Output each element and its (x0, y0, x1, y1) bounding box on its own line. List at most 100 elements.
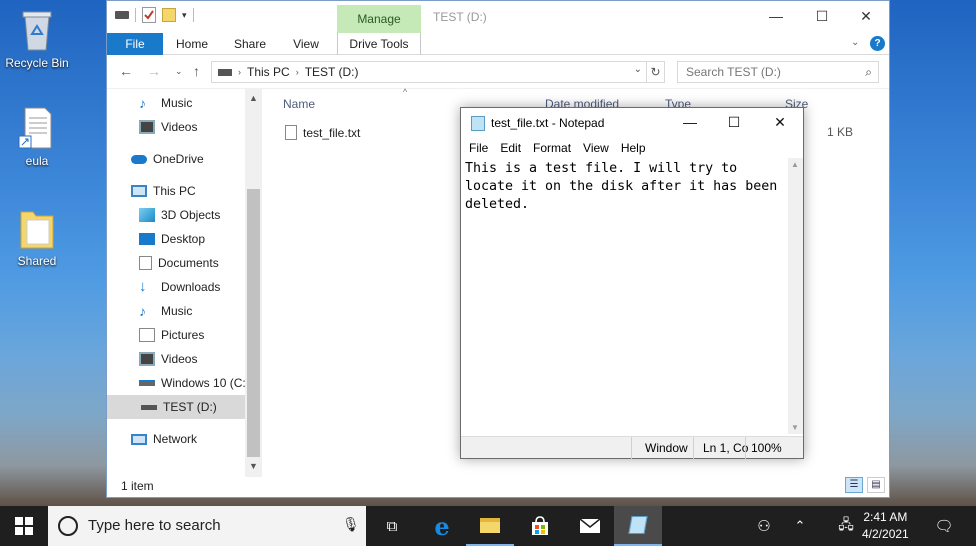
back-arrow-icon[interactable]: ← (119, 63, 133, 79)
up-arrow-icon[interactable]: ↑ (193, 63, 200, 79)
notepad-titlebar: test_file.txt - Notepad — ☐ ✕ (461, 108, 803, 139)
notepad-minimize-button[interactable]: — (667, 108, 713, 139)
recent-locations-icon[interactable]: ⌄ (175, 66, 183, 77)
notepad-title: test_file.txt - Notepad (491, 116, 605, 130)
edge-browser-icon[interactable]: e (418, 506, 466, 546)
notepad-close-button[interactable]: ✕ (757, 108, 803, 139)
breadcrumb-this-pc[interactable]: This PC (247, 65, 290, 79)
menu-file[interactable]: File (469, 139, 496, 158)
scroll-up-icon[interactable]: ▲ (245, 93, 262, 103)
start-button[interactable] (0, 506, 48, 546)
menu-help[interactable]: Help (621, 139, 654, 158)
computer-icon (131, 185, 147, 197)
scrollbar-thumb[interactable] (247, 189, 260, 457)
search-placeholder: Search TEST (D:) (686, 65, 781, 79)
nav-item-videos[interactable]: Videos (139, 115, 197, 139)
mail-icon[interactable] (566, 506, 614, 546)
microphone-icon[interactable]: 🎙 (342, 516, 360, 533)
nav-item-this-pc[interactable]: This PC (131, 179, 196, 203)
eula-shortcut[interactable]: eula (1, 106, 73, 168)
notepad-scrollbar[interactable]: ▲ ▼ (788, 158, 803, 434)
help-icon[interactable]: ? (870, 36, 885, 51)
manage-contextual-tab[interactable]: Manage (337, 5, 421, 33)
nav-item-network[interactable]: Network (131, 427, 197, 451)
notepad-window: test_file.txt - Notepad — ☐ ✕ File Edit … (460, 107, 804, 459)
show-hidden-icons-icon[interactable]: ⌃ (776, 506, 824, 546)
nav-label: Pictures (161, 328, 205, 342)
large-icons-view-icon[interactable]: ▤ (867, 477, 885, 493)
task-view-icon[interactable]: ⧉ (368, 506, 416, 546)
menu-edit[interactable]: Edit (500, 139, 529, 158)
nav-label: OneDrive (153, 152, 204, 166)
nav-label: Downloads (161, 280, 221, 294)
menu-view[interactable]: View (583, 139, 617, 158)
nav-label: Music (161, 96, 193, 110)
nav-label: Desktop (161, 232, 206, 246)
nav-label: TEST (D:) (163, 400, 217, 414)
taskbar-search-placeholder: Type here to search (88, 517, 221, 534)
drive-icon (141, 404, 157, 410)
file-row[interactable]: test_file.txt (285, 125, 360, 140)
recycle-bin-icon (17, 8, 57, 52)
nav-label: Documents (158, 256, 219, 270)
divider (135, 8, 136, 22)
notepad-text-area[interactable]: This is a test file. I will try to locat… (462, 158, 788, 434)
tab-home[interactable]: Home (169, 33, 215, 55)
text-file-icon (285, 125, 297, 140)
address-bar-row: ← → ⌄ ↑ › This PC › TEST (D:) ⌄ ↻ Search… (107, 55, 889, 89)
nav-item-3d-objects[interactable]: 3D Objects (139, 203, 220, 227)
nav-item-test-d[interactable]: TEST (D:) (107, 395, 245, 419)
expand-ribbon-icon[interactable]: ⌄ (851, 37, 859, 48)
nav-pane-scrollbar[interactable]: ▲ ▼ (245, 89, 262, 477)
address-bar[interactable]: › This PC › TEST (D:) ⌄ (211, 61, 647, 83)
tab-view[interactable]: View (283, 33, 329, 55)
tab-drive-tools[interactable]: Drive Tools (337, 33, 421, 55)
nav-item-music[interactable]: ♪ Music (139, 91, 192, 115)
line-ending-status: Window (645, 441, 688, 455)
nav-item-videos-2[interactable]: Videos (139, 347, 197, 371)
breadcrumb-separator: › (238, 67, 241, 77)
forward-arrow-icon[interactable]: → (147, 63, 161, 79)
folder-icon (17, 206, 57, 250)
address-dropdown-icon[interactable]: ⌄ (634, 64, 642, 75)
refresh-icon[interactable]: ↻ (647, 61, 665, 83)
properties-icon[interactable] (142, 7, 156, 23)
action-center-icon[interactable]: 🗨 (920, 506, 968, 546)
nav-label: Music (161, 304, 193, 318)
notepad-taskbar-icon[interactable] (614, 506, 662, 546)
notepad-maximize-button[interactable]: ☐ (711, 108, 757, 139)
search-input[interactable]: Search TEST (D:) ⌕ (677, 61, 879, 83)
maximize-button[interactable]: ☐ (799, 1, 845, 33)
nav-item-desktop[interactable]: Desktop (139, 227, 205, 251)
desktop-icon (139, 233, 155, 245)
nav-label: Network (153, 432, 198, 446)
taskbar-clock[interactable]: 2:41 AM 4/2/2021 (862, 509, 909, 543)
navigation-pane: ♪ Music Videos OneDrive This PC 3D Objec… (107, 89, 263, 477)
shared-folder-shortcut[interactable]: Shared (1, 206, 73, 268)
nav-item-onedrive[interactable]: OneDrive (131, 147, 204, 171)
scroll-up-icon[interactable]: ▲ (791, 160, 799, 169)
scroll-down-icon[interactable]: ▼ (245, 461, 262, 471)
column-header-name[interactable]: Name (283, 97, 315, 111)
store-icon[interactable] (516, 506, 564, 546)
file-explorer-taskbar-icon[interactable] (466, 506, 514, 546)
nav-item-pictures[interactable]: Pictures (139, 323, 204, 347)
nav-item-windows-c[interactable]: Windows 10 (C:) (139, 371, 250, 395)
minimize-button[interactable]: — (753, 1, 799, 33)
details-view-icon[interactable]: ☰ (845, 477, 863, 493)
taskbar-search-box[interactable]: Type here to search 🎙 (48, 506, 366, 546)
tab-share[interactable]: Share (227, 33, 273, 55)
menu-format[interactable]: Format (533, 139, 579, 158)
tab-file[interactable]: File (107, 33, 163, 55)
close-button[interactable]: ✕ (843, 1, 889, 33)
scroll-down-icon[interactable]: ▼ (791, 423, 799, 432)
customize-qat-icon[interactable]: ▾ (182, 10, 187, 21)
explorer-titlebar: ▾ Manage TEST (D:) — ☐ ✕ (107, 1, 889, 33)
new-folder-icon[interactable] (162, 8, 176, 22)
nav-item-downloads[interactable]: ↓ Downloads (139, 275, 220, 299)
nav-item-music-2[interactable]: ♪ Music (139, 299, 192, 323)
nav-item-documents[interactable]: Documents (139, 251, 219, 275)
text-document-icon (17, 106, 57, 150)
recycle-bin-shortcut[interactable]: Recycle Bin (1, 8, 73, 70)
breadcrumb-test-drive[interactable]: TEST (D:) (305, 65, 359, 79)
